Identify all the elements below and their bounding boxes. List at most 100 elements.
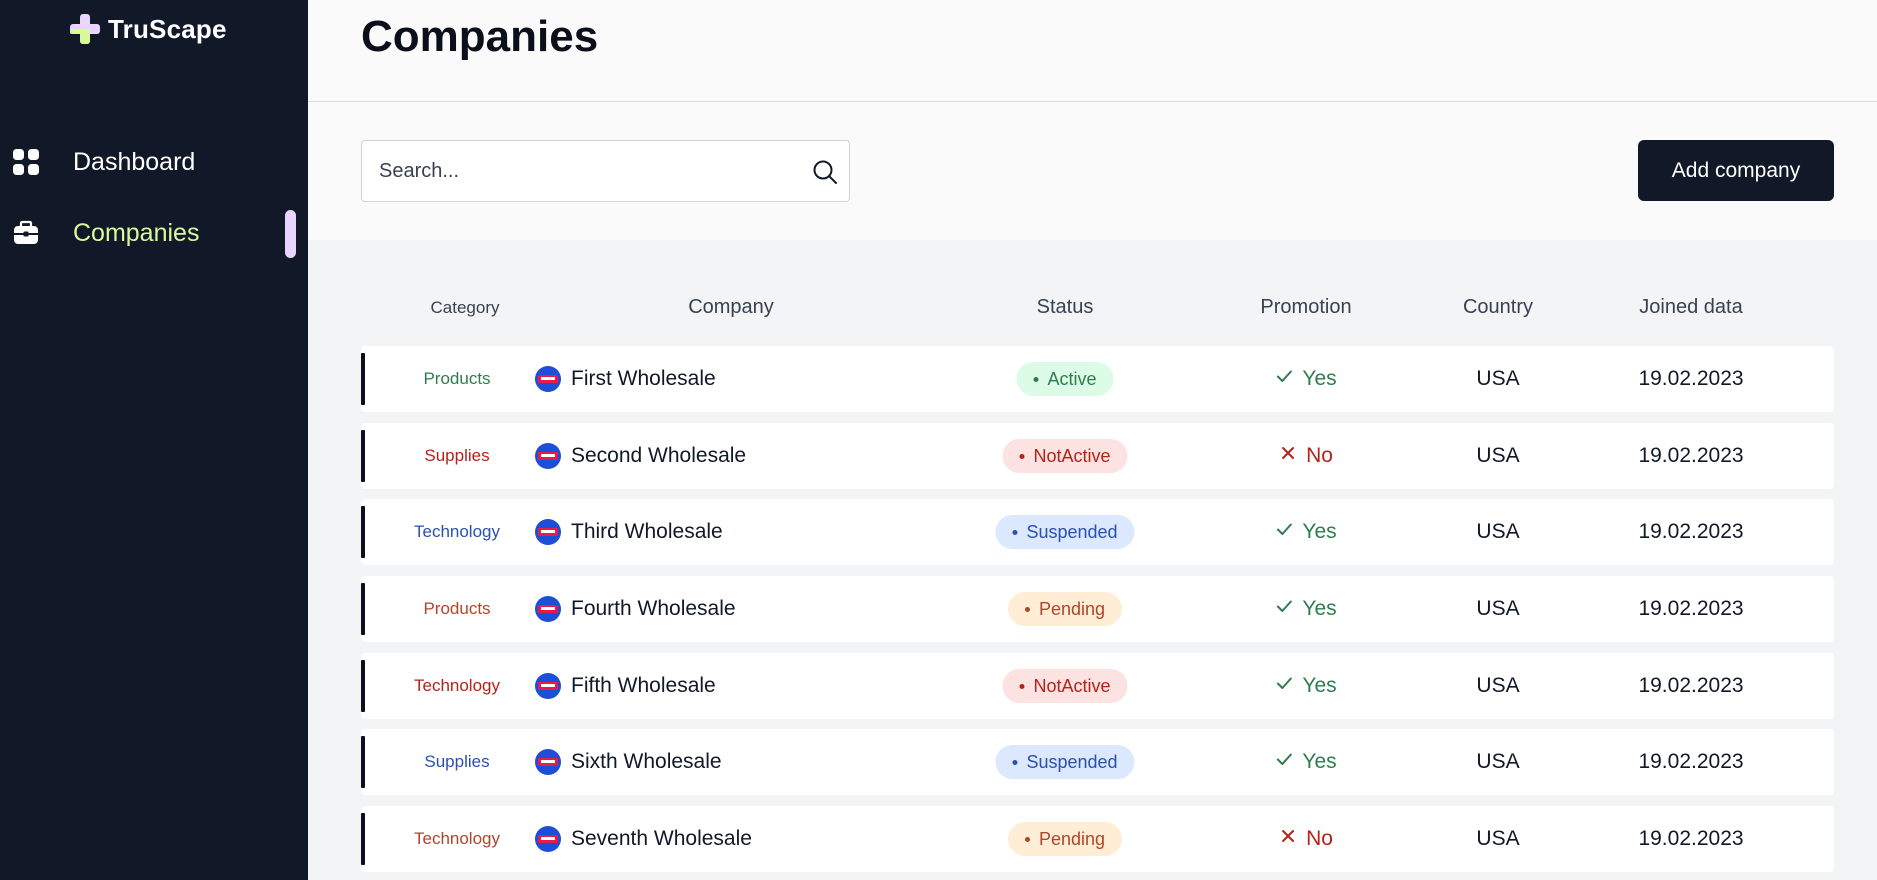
sidebar-item-dashboard[interactable]: Dashboard bbox=[0, 134, 308, 190]
column-header-country[interactable]: Country bbox=[1463, 296, 1533, 319]
search-input[interactable] bbox=[362, 141, 792, 201]
promotion-cell: No bbox=[1279, 444, 1333, 468]
status-label: NotActive bbox=[1033, 445, 1111, 466]
category-label: Technology bbox=[413, 676, 501, 695]
country-label: USA bbox=[1476, 444, 1520, 467]
promotion-label: Yes bbox=[1302, 520, 1337, 543]
status-label: Suspended bbox=[1026, 521, 1118, 542]
joined-date: 19.02.2023 bbox=[1638, 674, 1744, 697]
check-icon bbox=[1275, 367, 1302, 391]
company-logo-icon bbox=[535, 596, 561, 622]
column-header-status[interactable]: Status bbox=[1037, 296, 1094, 319]
column-header-category[interactable]: Category bbox=[431, 298, 500, 318]
promotion-cell: Yes bbox=[1275, 750, 1337, 774]
company-name: Second Wholesale bbox=[571, 444, 747, 467]
active-nav-indicator bbox=[285, 210, 296, 258]
status-label: Active bbox=[1047, 368, 1097, 389]
company-cell[interactable]: Fourth Wholesale bbox=[535, 596, 736, 622]
sidebar: TruScape Dashboard Companies bbox=[0, 0, 308, 880]
joined-date: 19.02.2023 bbox=[1638, 827, 1744, 850]
status-badge: Active bbox=[1016, 362, 1114, 396]
company-logo-icon bbox=[535, 519, 561, 545]
promotion-label: Yes bbox=[1302, 674, 1337, 697]
country-label: USA bbox=[1476, 750, 1520, 773]
brand-name: TruScape bbox=[108, 13, 227, 44]
status-badge: NotActive bbox=[1002, 439, 1128, 473]
check-icon bbox=[1275, 674, 1302, 698]
status-dot-icon bbox=[1012, 529, 1018, 535]
promotion-label: No bbox=[1306, 827, 1333, 850]
company-logo-icon bbox=[535, 366, 561, 392]
x-icon bbox=[1279, 827, 1306, 851]
promotion-cell: Yes bbox=[1275, 367, 1337, 391]
company-name: Fifth Wholesale bbox=[571, 674, 716, 697]
company-name: Seventh Wholesale bbox=[571, 827, 752, 850]
status-badge: NotActive bbox=[1002, 669, 1128, 703]
table-row[interactable]: Technology Seventh Wholesale Pending No USA 1… bbox=[361, 806, 1834, 872]
status-badge: Pending bbox=[1007, 822, 1123, 856]
company-cell[interactable]: Fifth Wholesale bbox=[535, 673, 716, 699]
company-name: First Wholesale bbox=[571, 367, 716, 390]
company-cell[interactable]: First Wholesale bbox=[535, 366, 716, 392]
country-label: USA bbox=[1476, 827, 1520, 850]
brand[interactable]: TruScape bbox=[68, 12, 227, 46]
status-badge: Pending bbox=[1007, 592, 1123, 626]
page-header: Companies bbox=[308, 0, 1877, 102]
sidebar-item-companies[interactable]: Companies bbox=[0, 205, 308, 261]
promotion-label: Yes bbox=[1302, 597, 1337, 620]
column-header-company[interactable]: Company bbox=[688, 296, 774, 319]
page-title: Companies bbox=[361, 12, 599, 61]
category-label: Technology bbox=[413, 829, 501, 848]
status-dot-icon bbox=[1024, 606, 1030, 612]
category-label: Supplies bbox=[424, 446, 490, 465]
table-row[interactable]: Technology Third Wholesale Suspended Yes USA… bbox=[361, 499, 1834, 565]
company-cell[interactable]: Second Wholesale bbox=[535, 443, 746, 469]
promotion-cell: No bbox=[1279, 827, 1333, 851]
country-label: USA bbox=[1476, 597, 1520, 620]
company-cell[interactable]: Third Wholesale bbox=[535, 519, 723, 545]
grid-icon bbox=[12, 148, 40, 176]
sidebar-item-label: Companies bbox=[73, 218, 200, 247]
search-icon[interactable] bbox=[811, 158, 839, 186]
status-label: Pending bbox=[1038, 598, 1106, 619]
add-company-button[interactable]: Add company bbox=[1638, 140, 1834, 201]
status-label: NotActive bbox=[1033, 675, 1111, 696]
company-name: Sixth Wholesale bbox=[571, 750, 722, 773]
joined-date: 19.02.2023 bbox=[1638, 750, 1744, 773]
status-dot-icon bbox=[1012, 759, 1018, 765]
status-dot-icon bbox=[1024, 836, 1030, 842]
table-row[interactable]: Supplies Second Wholesale NotActive No USA 19… bbox=[361, 423, 1834, 489]
table-row[interactable]: Products Fourth Wholesale Pending Yes USA 19.… bbox=[361, 576, 1834, 642]
joined-date: 19.02.2023 bbox=[1638, 597, 1744, 620]
promotion-label: Yes bbox=[1302, 750, 1337, 773]
status-dot-icon bbox=[1033, 376, 1039, 382]
column-header-joined[interactable]: Joined data bbox=[1639, 296, 1742, 319]
company-name: Third Wholesale bbox=[571, 520, 723, 543]
category-label: Supplies bbox=[424, 752, 490, 771]
joined-date: 19.02.2023 bbox=[1638, 520, 1744, 543]
company-logo-icon bbox=[535, 749, 561, 775]
company-cell[interactable]: Seventh Wholesale bbox=[535, 826, 752, 852]
table-header: Category Company Status Promotion Countr… bbox=[361, 296, 1834, 326]
briefcase-icon bbox=[12, 219, 40, 247]
country-label: USA bbox=[1476, 367, 1520, 390]
table-row[interactable]: Supplies Sixth Wholesale Suspended Yes USA 19… bbox=[361, 729, 1834, 795]
check-icon bbox=[1275, 750, 1302, 774]
table-row[interactable]: Technology Fifth Wholesale NotActive Yes USA… bbox=[361, 653, 1834, 719]
column-header-promotion[interactable]: Promotion bbox=[1260, 296, 1351, 319]
check-icon bbox=[1275, 520, 1302, 544]
promotion-label: No bbox=[1306, 444, 1333, 467]
status-dot-icon bbox=[1019, 453, 1025, 459]
joined-date: 19.02.2023 bbox=[1638, 367, 1744, 390]
promotion-cell: Yes bbox=[1275, 597, 1337, 621]
table-row[interactable]: Products First Wholesale Active Yes USA 19.02… bbox=[361, 346, 1834, 412]
search-box bbox=[361, 140, 850, 202]
truscape-logo-icon bbox=[68, 12, 102, 46]
promotion-label: Yes bbox=[1302, 367, 1337, 390]
company-cell[interactable]: Sixth Wholesale bbox=[535, 749, 722, 775]
status-badge: Suspended bbox=[995, 515, 1135, 549]
company-logo-icon bbox=[535, 826, 561, 852]
category-label: Technology bbox=[413, 522, 501, 541]
status-label: Suspended bbox=[1026, 751, 1118, 772]
joined-date: 19.02.2023 bbox=[1638, 444, 1744, 467]
